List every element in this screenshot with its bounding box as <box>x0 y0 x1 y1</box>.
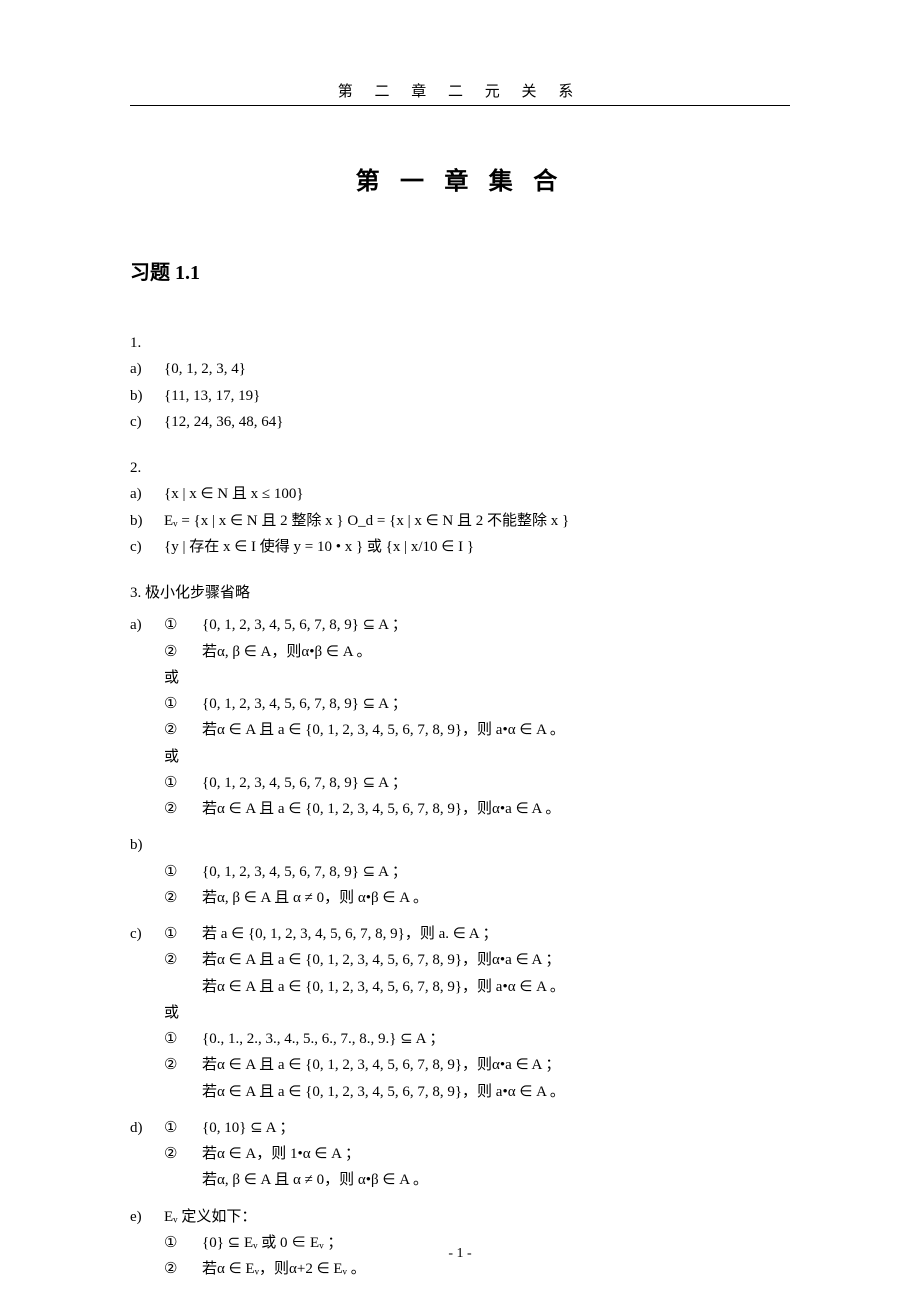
q2b-text: Eᵥ = {x | x ∈ N 且 2 整除 x } O_d = {x | x … <box>164 508 790 534</box>
section-title: 习题 1.1 <box>130 256 790 285</box>
q3e-intro: Eᵥ 定义如下： <box>164 1204 790 1230</box>
q2a-text: {x | x ∈ N 且 x ≤ 100} <box>164 481 790 507</box>
q3-number: 3. 极小化步骤省略 <box>130 580 790 606</box>
q3a-c1: {0, 1, 2, 3, 4, 5, 6, 7, 8, 9} ⊆ A ； <box>202 612 790 638</box>
q3a-c2: 若α, β ∈ A，则α•β ∈ A 。 <box>202 639 790 665</box>
running-header: 第 二 章 二 元 关 系 <box>130 80 790 106</box>
q3a-c6: 若α ∈ A 且 a ∈ {0, 1, 2, 3, 4, 5, 6, 7, 8,… <box>202 796 790 822</box>
q3c-c5n: ② <box>164 1052 202 1078</box>
q3a-or1: 或 <box>130 665 790 691</box>
q3a-c5n: ① <box>164 770 202 796</box>
q1a-label: a) <box>130 356 164 382</box>
q3c: c)①若 a ∈ {0, 1, 2, 3, 4, 5, 6, 7, 8, 9}，… <box>130 921 790 1105</box>
q3a-c1n: ① <box>164 612 202 638</box>
q3d-label: d) <box>130 1115 164 1141</box>
q3a-c4: 若α ∈ A 且 a ∈ {0, 1, 2, 3, 4, 5, 6, 7, 8,… <box>202 717 790 743</box>
q3b-label: b) <box>130 832 164 858</box>
q1c-text: {12, 24, 36, 48, 64} <box>164 409 790 435</box>
q3c-c4: {0., 1., 2., 3., 4., 5., 6., 7., 8., 9.}… <box>202 1026 790 1052</box>
q1a-text: {0, 1, 2, 3, 4} <box>164 356 790 382</box>
q3e: e)Eᵥ 定义如下： ①{0} ⊆ Eᵥ 或 0 ∈ Eᵥ ； ②若α ∈ Eᵥ… <box>130 1204 790 1283</box>
q1b-text: {11, 13, 17, 19} <box>164 383 790 409</box>
question-1: 1. a){0, 1, 2, 3, 4} b){11, 13, 17, 19} … <box>130 330 790 435</box>
chapter-title: 第 一 章 集 合 <box>130 161 790 196</box>
q3b: b) ①{0, 1, 2, 3, 4, 5, 6, 7, 8, 9} ⊆ A ；… <box>130 832 790 911</box>
q3d-c2n: ② <box>164 1141 202 1167</box>
q2a-label: a) <box>130 481 164 507</box>
q2c-label: c) <box>130 534 164 560</box>
q3c-c2: 若α ∈ A 且 a ∈ {0, 1, 2, 3, 4, 5, 6, 7, 8,… <box>202 947 790 973</box>
q3c-c5: 若α ∈ A 且 a ∈ {0, 1, 2, 3, 4, 5, 6, 7, 8,… <box>202 1052 790 1078</box>
q2c-text: {y | 存在 x ∈ I 使得 y = 10 • x } 或 {x | x/1… <box>164 534 790 560</box>
q3c-c3: 若α ∈ A 且 a ∈ {0, 1, 2, 3, 4, 5, 6, 7, 8,… <box>202 974 790 1000</box>
q3e-label: e) <box>130 1204 164 1230</box>
q3a-c5: {0, 1, 2, 3, 4, 5, 6, 7, 8, 9} ⊆ A ； <box>202 770 790 796</box>
q3b-c2n: ② <box>164 885 202 911</box>
q1-number: 1. <box>130 330 164 356</box>
q3c-c2n: ② <box>164 947 202 973</box>
q3b-c2: 若α, β ∈ A 且 α ≠ 0，则 α•β ∈ A 。 <box>202 885 790 911</box>
content-body: 1. a){0, 1, 2, 3, 4} b){11, 13, 17, 19} … <box>130 330 790 1282</box>
q3a-c3: {0, 1, 2, 3, 4, 5, 6, 7, 8, 9} ⊆ A ； <box>202 691 790 717</box>
question-3: 3. 极小化步骤省略 a)①{0, 1, 2, 3, 4, 5, 6, 7, 8… <box>130 580 790 1282</box>
q3d-c1: {0, 10} ⊆ A ； <box>202 1115 790 1141</box>
q2-number: 2. <box>130 455 164 481</box>
question-2: 2. a){x | x ∈ N 且 x ≤ 100} b)Eᵥ = {x | x… <box>130 455 790 560</box>
q3a-c2n: ② <box>164 639 202 665</box>
page: 第 二 章 二 元 关 系 第 一 章 集 合 习题 1.1 1. a){0, … <box>0 0 920 1302</box>
q3d-c2: 若α ∈ A，则 1•α ∈ A ； <box>202 1141 790 1167</box>
q3b-c1: {0, 1, 2, 3, 4, 5, 6, 7, 8, 9} ⊆ A ； <box>202 859 790 885</box>
q3d-c3: 若α, β ∈ A 且 α ≠ 0，则 α•β ∈ A 。 <box>202 1167 790 1193</box>
q3b-c1n: ① <box>164 859 202 885</box>
q3a: a)①{0, 1, 2, 3, 4, 5, 6, 7, 8, 9} ⊆ A ； … <box>130 612 790 822</box>
q2b-label: b) <box>130 508 164 534</box>
q3c-label: c) <box>130 921 164 947</box>
q3d-c1n: ① <box>164 1115 202 1141</box>
q3a-label: a) <box>130 612 164 638</box>
q3c-c4n: ① <box>164 1026 202 1052</box>
q3a-c6n: ② <box>164 796 202 822</box>
q1b-label: b) <box>130 383 164 409</box>
q3d: d)①{0, 10} ⊆ A ； ②若α ∈ A，则 1•α ∈ A ； 若α,… <box>130 1115 790 1194</box>
q1c-label: c) <box>130 409 164 435</box>
q3a-c3n: ① <box>164 691 202 717</box>
q3c-c6: 若α ∈ A 且 a ∈ {0, 1, 2, 3, 4, 5, 6, 7, 8,… <box>202 1079 790 1105</box>
q3c-or: 或 <box>130 1000 790 1026</box>
q3a-or2: 或 <box>130 744 790 770</box>
page-number: - 1 - <box>0 1246 920 1262</box>
q3c-c1: 若 a ∈ {0, 1, 2, 3, 4, 5, 6, 7, 8, 9}，则 a… <box>202 921 790 947</box>
q3a-c4n: ② <box>164 717 202 743</box>
q3c-c1n: ① <box>164 921 202 947</box>
